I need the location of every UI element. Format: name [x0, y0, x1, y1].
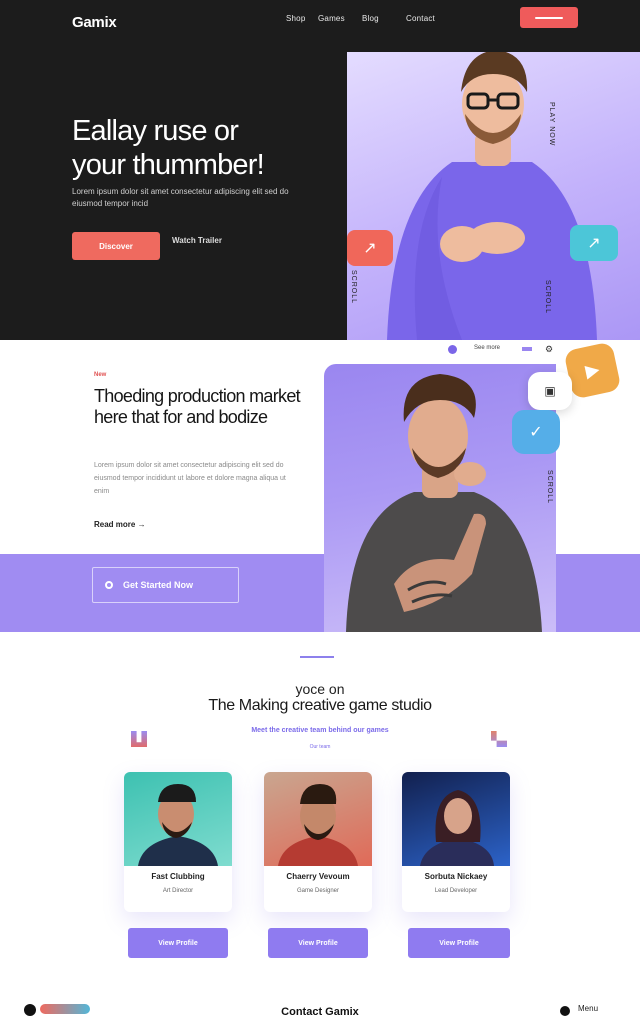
hero-title-line-1: Eallay ruse or	[72, 115, 239, 147]
team-tag: Our team	[309, 744, 331, 750]
team-card-2[interactable]: Chaerry Vevoum Game Designer	[264, 772, 372, 912]
watch-trailer-link[interactable]: Watch Trailer	[172, 236, 222, 245]
play-icon: ▶	[583, 358, 602, 382]
view-profile-button-1[interactable]: View Profile	[128, 928, 228, 958]
floating-chip-orange[interactable]: ▶	[563, 341, 622, 400]
side-vertical-text-left: SCROLL	[350, 270, 357, 305]
image-icon: ▣	[544, 384, 556, 398]
arrow-icon: ↗	[587, 235, 601, 252]
features-body: Lorem ipsum dolor sit amet consectetur a…	[94, 462, 286, 495]
features-vertical-text: SCROLL	[546, 470, 553, 505]
settings-icon[interactable]: ⚙	[545, 344, 553, 355]
get-started-button[interactable]: Get Started Now	[92, 567, 239, 603]
team-title: The Making creative game studio	[208, 697, 432, 714]
nav-link-shop[interactable]: Shop	[286, 14, 305, 23]
floating-badge-teal[interactable]: ↗	[570, 225, 618, 261]
floating-chip-blue[interactable]: ✓	[512, 410, 560, 454]
view-profile-button-3[interactable]: View Profile	[408, 928, 510, 958]
person-avatar-icon	[420, 790, 494, 866]
dot-indicator	[448, 345, 457, 354]
features-person-illustration	[346, 374, 542, 632]
menu-line-icon	[535, 16, 563, 19]
team-card-photo	[402, 772, 510, 866]
team-card-role: Game Designer	[296, 888, 340, 894]
see-more-label[interactable]: See more	[474, 345, 500, 351]
team-blurb: Meet the creative team behind our games	[251, 727, 389, 734]
get-started-label: Get Started Now	[123, 580, 194, 590]
nav-link-blog[interactable]: Blog	[362, 14, 379, 23]
hero-image-panel	[347, 50, 640, 340]
arrow-icon: ↗	[363, 240, 377, 257]
side-vertical-text-right: SCROLL	[544, 280, 551, 315]
team-card-name: Sorbuta Nickaey	[424, 872, 488, 881]
hero-subtitle: Lorem ipsum dolor sit amet consectetur a…	[72, 187, 289, 208]
person-avatar-icon	[138, 784, 218, 866]
side-vertical-text-top: PLAY NOW	[548, 102, 555, 147]
hero-title: Eallay ruse or your thummber!	[72, 114, 332, 182]
logo[interactable]: Gamix	[72, 14, 117, 31]
circle-icon	[105, 581, 113, 589]
person-avatar-icon	[278, 784, 358, 866]
footer-center-text[interactable]: Contact Gamix	[0, 1006, 640, 1018]
team-card-name: Chaerry Vevoum	[286, 872, 350, 881]
team-card-name: Fast Clubbing	[151, 872, 205, 881]
header-cta-button[interactable]	[520, 7, 578, 28]
team-card-role: Art Director	[162, 888, 194, 894]
nav-link-games[interactable]: Games	[318, 14, 345, 23]
mini-bar	[522, 347, 532, 351]
section-tag: New	[94, 372, 107, 378]
team-card-photo	[264, 772, 372, 866]
floating-chip-white[interactable]: ▣	[528, 372, 572, 410]
team-card-3[interactable]: Sorbuta Nickaey Lead Developer	[402, 772, 510, 912]
view-profile-button-2[interactable]: View Profile	[268, 928, 368, 958]
team-card-1[interactable]: Fast Clubbing Art Director	[124, 772, 232, 912]
features-title: Thoeding production market here that for…	[94, 386, 301, 427]
discover-button[interactable]: Discover	[72, 232, 160, 260]
nav-link-contact[interactable]: Contact	[406, 14, 435, 23]
team-subtitle: yoce on	[295, 681, 345, 697]
check-icon: ✓	[529, 424, 543, 441]
footer-dot-icon	[560, 1006, 570, 1016]
features-image-panel	[324, 364, 556, 632]
hero-title-line-2: your thummber!	[72, 149, 265, 181]
hero-person-illustration	[387, 50, 597, 340]
section-divider	[300, 656, 334, 658]
footer-menu-link[interactable]: Menu	[578, 1004, 598, 1013]
team-card-photo	[124, 772, 232, 866]
team-card-role: Lead Developer	[434, 888, 478, 894]
floating-badge-red[interactable]: ↗	[347, 230, 393, 266]
read-more-link[interactable]: Read more →	[94, 520, 146, 529]
